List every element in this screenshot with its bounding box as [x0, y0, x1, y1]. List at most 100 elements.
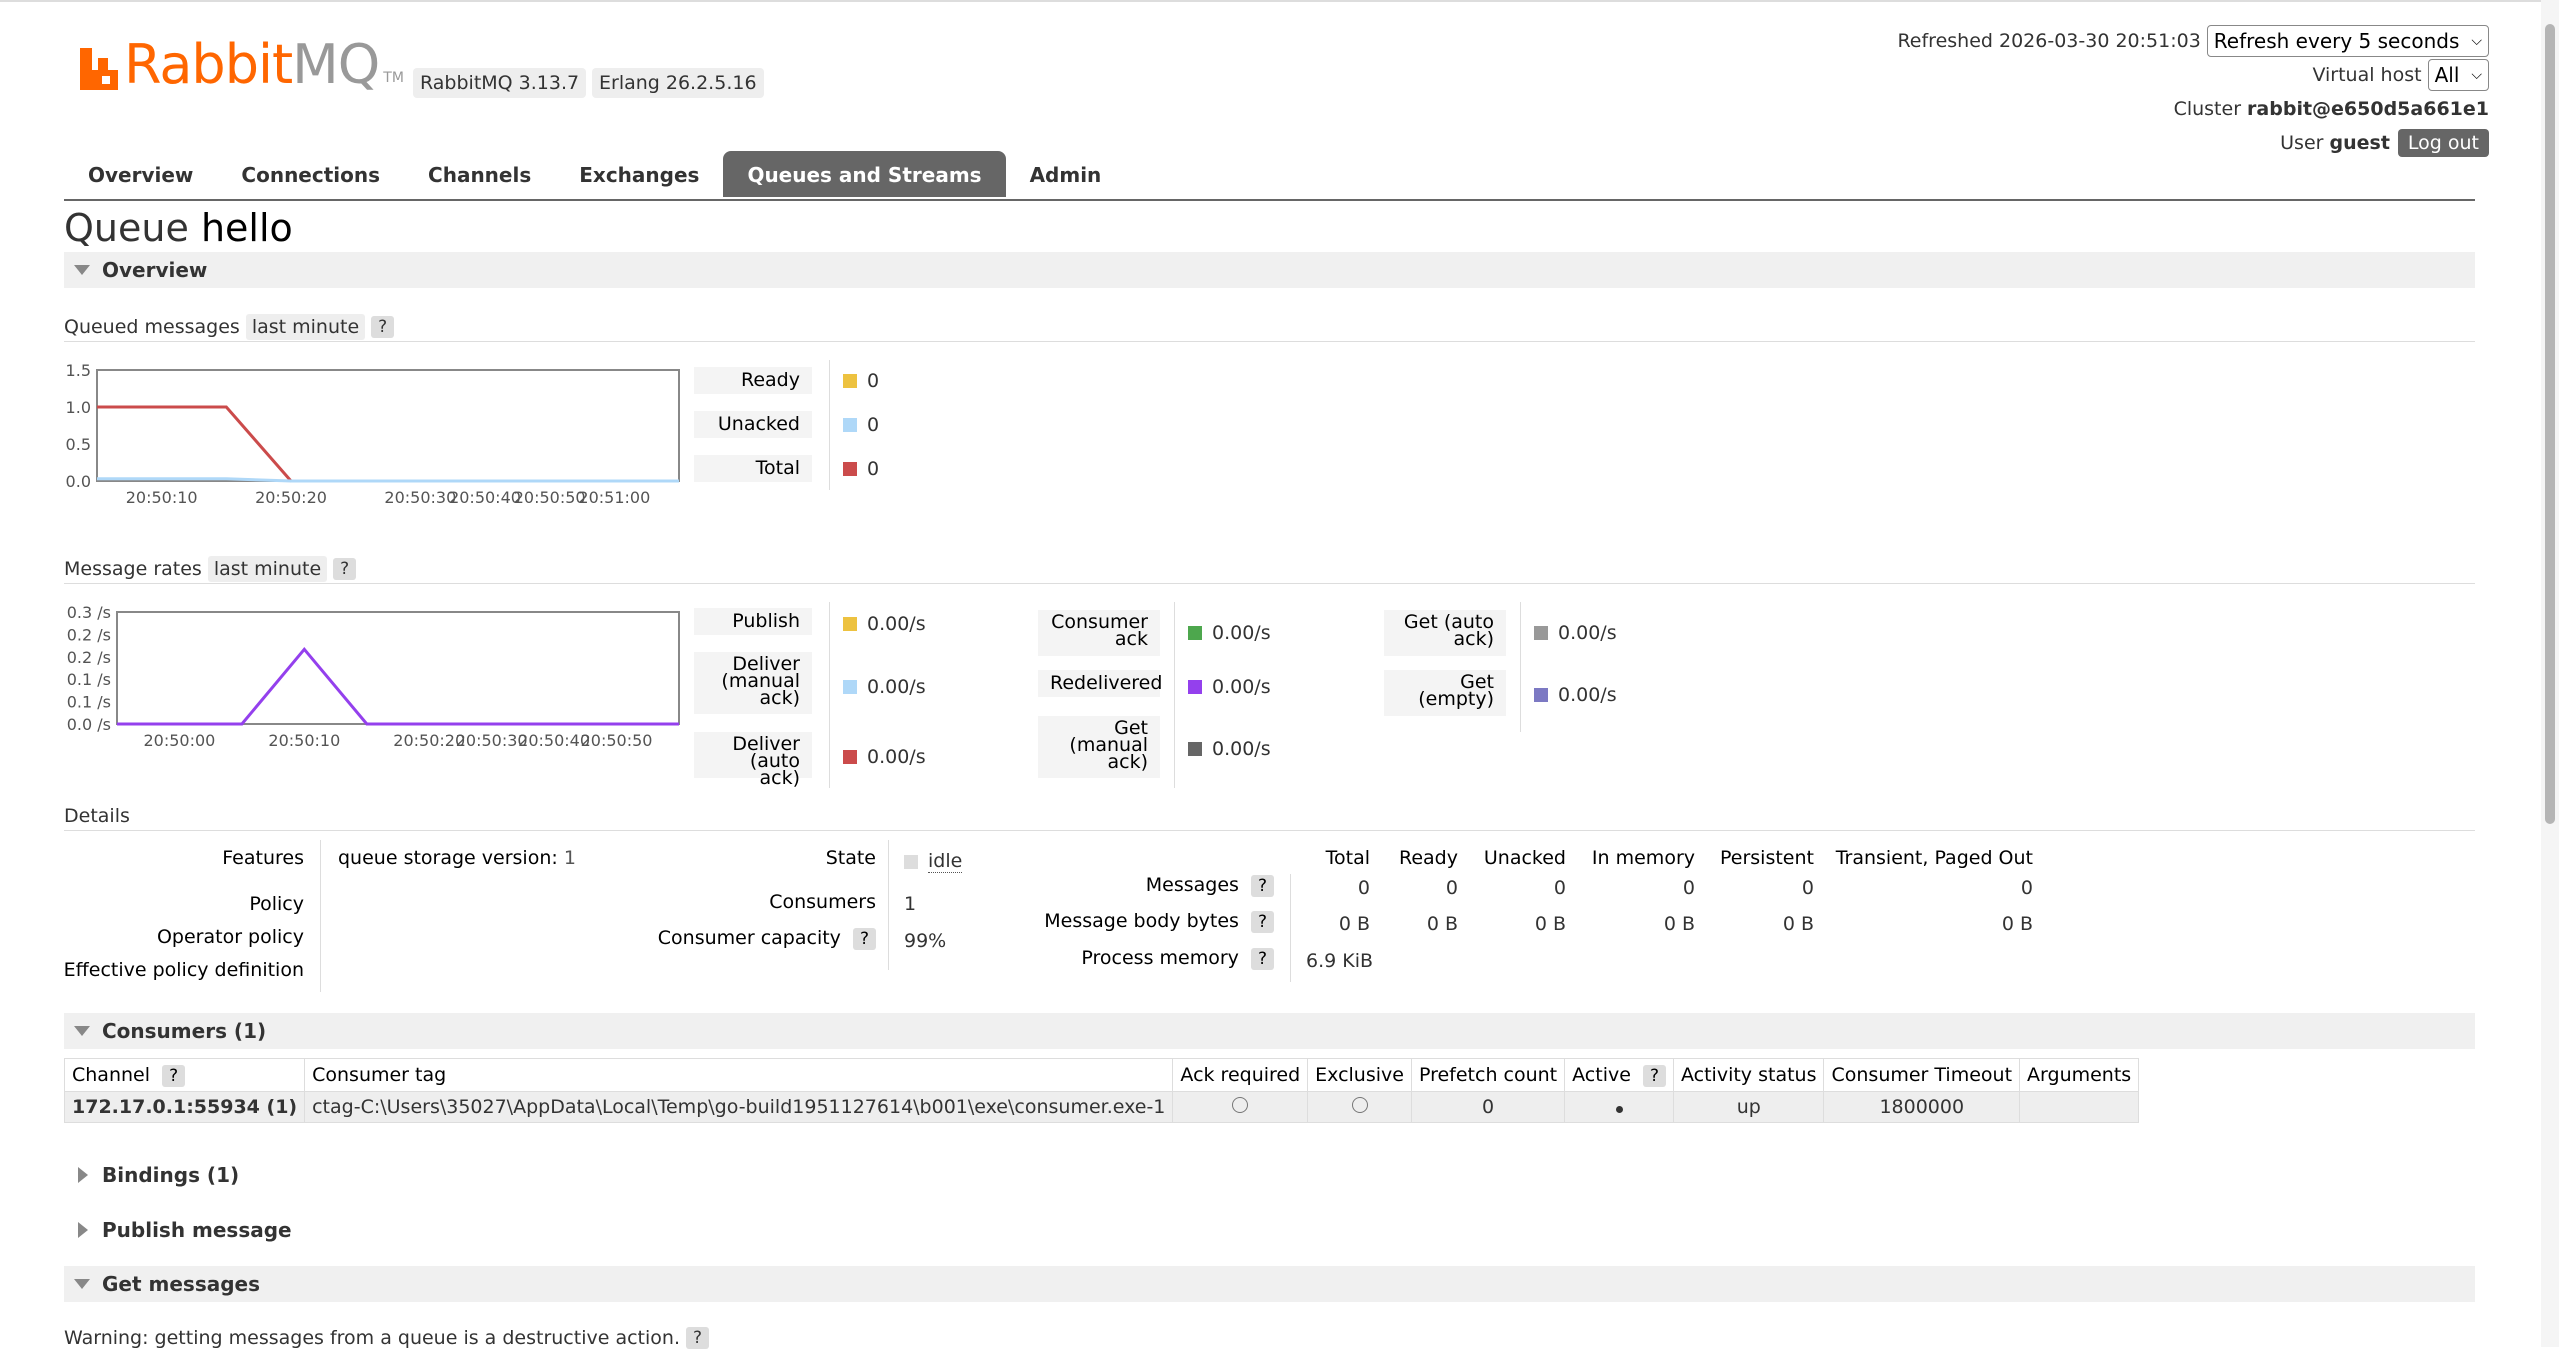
operator-policy-label: Operator policy: [156, 926, 304, 948]
rabbitmq-logo[interactable]: RabbitMQ TM: [80, 38, 404, 92]
legend-unacked-value: 0: [843, 414, 879, 436]
cluster-label: Cluster: [2173, 98, 2241, 120]
y-tick-label: 0.3 /s: [67, 603, 111, 622]
unacked-swatch: [843, 418, 857, 432]
logout-button[interactable]: Log out: [2397, 129, 2489, 157]
scrollbar-thumb[interactable]: [2545, 24, 2555, 824]
rate-publish-value: 0.00/s: [843, 613, 926, 635]
total-swatch: [843, 462, 857, 476]
user-name: guest: [2329, 132, 2390, 154]
x-tick-label: 20:50:30: [456, 731, 528, 750]
rate-get-empty-label: Get (empty): [1384, 670, 1506, 716]
bytes-total: 0 B: [1338, 913, 1370, 935]
th-consumer-timeout: Consumer Timeout: [1823, 1058, 2021, 1092]
y-tick-label: 0.1 /s: [67, 670, 111, 689]
rate-publish-label: Publish: [694, 608, 812, 635]
x-tick-label: 20:50:00: [144, 731, 216, 750]
x-tick-label: 20:50:40: [449, 488, 521, 507]
bytes-transient: 0 B: [2001, 913, 2033, 935]
exclusive-indicator-icon: [1351, 1097, 1368, 1113]
x-tick-label: 20:50:30: [384, 488, 456, 507]
consumers-section-toggle[interactable]: Consumers (1): [64, 1013, 2475, 1049]
ack-required-indicator-icon: [1232, 1097, 1249, 1113]
x-tick-label: 20:50:10: [268, 731, 340, 750]
rates-help-button[interactable]: ?: [333, 558, 357, 580]
rate-get-auto-label: Get (auto ack): [1384, 610, 1506, 656]
prefetch-count: 0: [1410, 1091, 1566, 1123]
publish-section-toggle[interactable]: Publish message: [64, 1212, 2475, 1248]
rate-consumer-ack-value: 0.00/s: [1188, 622, 1271, 644]
message-rates-header: Message rates last minute ?: [64, 556, 357, 582]
get-warning-help-button[interactable]: ?: [685, 1327, 710, 1349]
arguments-cell: [2019, 1091, 2140, 1123]
th-prefetch-count: Prefetch count: [1410, 1058, 1566, 1092]
get-messages-section-toggle[interactable]: Get messages: [64, 1266, 2475, 1302]
header-status: Refreshed 2026-03-30 20:51:03 Refresh ev…: [1897, 24, 2489, 160]
channel-help-button[interactable]: ?: [162, 1065, 186, 1087]
details-header: Details: [64, 805, 130, 827]
logo-tm: TM: [383, 70, 404, 86]
rates-range-toggle[interactable]: last minute: [207, 556, 328, 582]
tab-admin[interactable]: Admin: [1006, 151, 1126, 197]
bytes-ready: 0 B: [1426, 913, 1458, 935]
consumer-capacity-label: Consumer capacity ?: [640, 927, 876, 950]
y-tick-label: 0.1 /s: [67, 693, 111, 712]
idle-state-icon: [904, 854, 918, 869]
overview-section-toggle[interactable]: Overview: [64, 252, 2475, 288]
col-ready: Ready: [1399, 847, 1458, 869]
policy-label: Policy: [249, 893, 304, 915]
activity-status: up: [1672, 1091, 1825, 1123]
vhost-select[interactable]: All ⌵: [2427, 59, 2489, 91]
top-border: [0, 0, 2559, 2]
message-rates-chart: 0.3 /s 0.2 /s 0.2 /s 0.1 /s 0.1 /s 0.0 /s 20:5…: [67, 603, 680, 750]
y-tick-label: 0.2 /s: [67, 625, 111, 644]
queued-range-toggle[interactable]: last minute: [245, 314, 366, 340]
body-bytes-label: Message body bytes ?: [1010, 910, 1274, 933]
tab-overview[interactable]: Overview: [64, 151, 217, 197]
page-title: Queue hello: [64, 206, 293, 250]
y-tick-label: 0.0: [66, 472, 91, 491]
active-cell: [1564, 1091, 1674, 1123]
bytes-persistent: 0 B: [1782, 913, 1814, 935]
th-active: Active ?: [1564, 1058, 1674, 1092]
x-tick-label: 20:50:20: [393, 731, 465, 750]
tab-channels[interactable]: Channels: [404, 151, 555, 197]
th-consumer-tag: Consumer tag: [304, 1058, 1174, 1092]
cluster-name: rabbit@e650d5a661e1: [2247, 98, 2489, 120]
memory-help-button[interactable]: ?: [1250, 948, 1274, 970]
rate-deliver-manual-label: Deliver (manual ack): [694, 652, 812, 714]
x-tick-label: 20:51:00: [578, 488, 650, 507]
col-total: Total: [1325, 847, 1370, 869]
capacity-help-button[interactable]: ?: [852, 928, 876, 950]
queued-help-button[interactable]: ?: [371, 316, 395, 338]
messages-total: 0: [1357, 877, 1370, 899]
tab-connections[interactable]: Connections: [217, 151, 404, 197]
y-tick-label: 0.5: [66, 435, 91, 454]
th-ack-required: Ack required: [1172, 1058, 1309, 1092]
legend-ready-label: Ready: [694, 367, 812, 394]
rate-redelivered-value: 0.00/s: [1188, 676, 1271, 698]
col-persistent: Persistent: [1720, 847, 1814, 869]
state-value: idle: [904, 850, 963, 873]
y-tick-label: 1.5: [66, 361, 91, 380]
messages-help-button[interactable]: ?: [1250, 875, 1274, 897]
refreshed-timestamp: Refreshed 2026-03-30 20:51:03: [1897, 30, 2201, 52]
rate-get-manual-value: 0.00/s: [1188, 738, 1271, 760]
rate-deliver-auto-value: 0.00/s: [843, 746, 926, 768]
expand-triangle-icon: [78, 1167, 88, 1183]
th-arguments: Arguments: [2019, 1058, 2140, 1092]
bindings-section-toggle[interactable]: Bindings (1): [64, 1157, 2475, 1193]
plot-frame: [96, 369, 680, 482]
active-help-button[interactable]: ?: [1642, 1065, 1666, 1087]
x-tick-label: 20:50:50: [581, 731, 653, 750]
tab-queues-and-streams[interactable]: Queues and Streams: [723, 151, 1006, 197]
messages-unacked: 0: [1553, 877, 1566, 899]
th-channel: Channel ?: [63, 1058, 306, 1092]
consumer-channel-link[interactable]: 172.17.0.1:55934 (1): [63, 1091, 306, 1123]
collapse-triangle-icon: [74, 1026, 90, 1036]
body-bytes-help-button[interactable]: ?: [1250, 911, 1274, 933]
tab-exchanges[interactable]: Exchanges: [555, 151, 723, 197]
page-scrollbar[interactable]: [2541, 0, 2559, 1347]
rate-deliver-auto-label: Deliver (auto ack): [694, 732, 812, 788]
refresh-interval-select[interactable]: Refresh every 5 seconds ⌵: [2206, 25, 2489, 57]
